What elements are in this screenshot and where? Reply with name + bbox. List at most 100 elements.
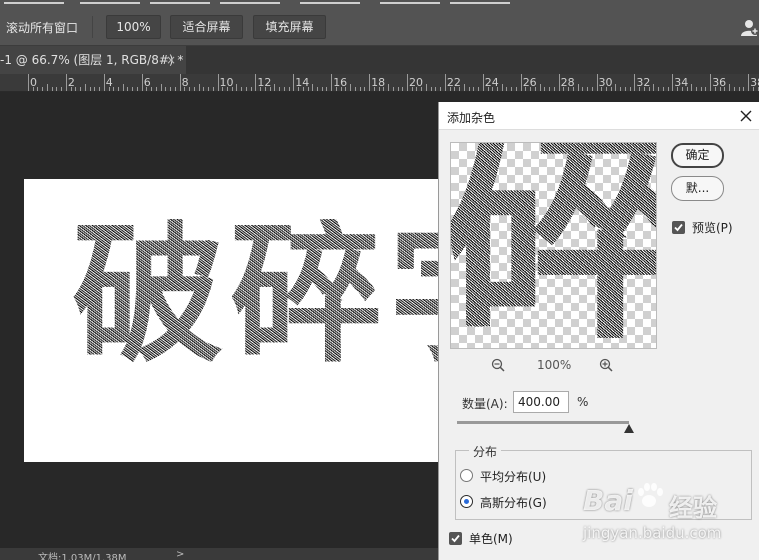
ruler-minor-tick bbox=[416, 87, 418, 91]
ruler-minor-tick bbox=[677, 87, 679, 91]
document-size-info: 文档:1.03M/1.38M bbox=[38, 553, 127, 560]
ruler-minor-tick bbox=[198, 84, 200, 91]
ruler-minor-tick bbox=[236, 84, 238, 91]
ruler-minor-tick bbox=[534, 87, 536, 91]
ruler-minor-tick bbox=[245, 87, 247, 91]
close-icon[interactable]: × bbox=[166, 46, 176, 74]
monochromatic-checkbox[interactable] bbox=[449, 532, 462, 545]
menu-fragment[interactable] bbox=[380, 0, 440, 4]
ruler-major-tick bbox=[28, 74, 29, 91]
dialog-title-bar[interactable]: 添加杂色 bbox=[439, 102, 759, 130]
ruler-minor-tick bbox=[738, 87, 740, 91]
ruler-minor-tick bbox=[378, 87, 380, 91]
amount-input[interactable]: 400.00 bbox=[513, 391, 569, 413]
ruler-major-tick bbox=[482, 74, 484, 91]
ruler-minor-tick bbox=[340, 87, 342, 91]
ruler-minor-tick bbox=[136, 87, 138, 91]
ruler-major-tick bbox=[103, 74, 105, 91]
menu-fragment[interactable] bbox=[4, 0, 64, 4]
amount-unit: % bbox=[577, 395, 589, 409]
ruler-minor-tick bbox=[667, 87, 669, 91]
ruler-minor-tick bbox=[610, 87, 612, 91]
ruler-minor-tick bbox=[411, 87, 413, 91]
close-icon[interactable] bbox=[738, 108, 754, 124]
ruler-minor-tick bbox=[279, 87, 281, 91]
scroll-all-windows-label[interactable]: 滚动所有窗口 bbox=[6, 19, 78, 36]
noise-preview[interactable]: 碎 bbox=[450, 142, 657, 349]
fill-screen-button[interactable]: 填充屏幕 bbox=[253, 15, 326, 39]
ruler-minor-tick bbox=[231, 87, 233, 91]
ruler-minor-tick bbox=[373, 87, 375, 91]
ruler-minor-tick bbox=[572, 87, 574, 91]
ruler-major-tick bbox=[369, 74, 371, 91]
ruler-minor-tick bbox=[615, 84, 617, 91]
ruler-minor-tick bbox=[283, 87, 285, 91]
ruler-minor-tick bbox=[241, 87, 243, 91]
gaussian-radio[interactable] bbox=[460, 495, 473, 508]
ruler-minor-tick bbox=[160, 84, 162, 91]
uniform-radio[interactable] bbox=[460, 469, 473, 482]
ruler-minor-tick bbox=[705, 87, 707, 91]
ruler-minor-tick bbox=[113, 87, 115, 91]
ruler-minor-tick bbox=[743, 87, 745, 91]
ruler-major-tick bbox=[217, 74, 219, 91]
ruler-minor-tick bbox=[454, 87, 456, 91]
menu-fragment[interactable] bbox=[80, 0, 140, 4]
ruler-minor-tick bbox=[700, 87, 702, 91]
horizontal-ruler[interactable]: 02468101214161820222426283032343638 bbox=[0, 74, 759, 92]
ruler-minor-tick bbox=[174, 87, 176, 91]
ruler-minor-tick bbox=[402, 87, 404, 91]
ruler-minor-tick bbox=[724, 87, 726, 91]
ruler-minor-tick bbox=[691, 84, 693, 91]
ruler-minor-tick bbox=[539, 84, 541, 91]
ruler-minor-tick bbox=[662, 87, 664, 91]
ruler-minor-tick bbox=[686, 87, 688, 91]
menu-fragment[interactable] bbox=[220, 0, 280, 4]
check-icon bbox=[451, 534, 460, 543]
menu-fragment[interactable] bbox=[300, 0, 360, 4]
menu-bar bbox=[0, 0, 759, 8]
photoshop-window: 滚动所有窗口 100% 适合屏幕 填充屏幕 -1 @ 66.7% (图层 1, … bbox=[0, 0, 759, 560]
ruler-minor-tick bbox=[146, 87, 148, 91]
ruler-minor-tick bbox=[487, 87, 489, 91]
ruler-minor-tick bbox=[274, 84, 276, 91]
document-tab[interactable]: -1 @ 66.7% (图层 1, RGB/8#) * × bbox=[0, 46, 186, 74]
ruler-minor-tick bbox=[226, 87, 228, 91]
fit-screen-button[interactable]: 适合屏幕 bbox=[170, 15, 243, 39]
ruler-minor-tick bbox=[553, 87, 555, 91]
ruler-minor-tick bbox=[511, 87, 513, 91]
default-button[interactable]: 默... bbox=[671, 176, 724, 201]
ruler-minor-tick bbox=[563, 87, 565, 91]
ruler-minor-tick bbox=[70, 87, 72, 91]
ok-button[interactable]: 确定 bbox=[671, 143, 724, 168]
ruler-minor-tick bbox=[269, 87, 271, 91]
ruler-major-tick bbox=[672, 74, 674, 91]
ruler-minor-tick bbox=[752, 87, 754, 91]
ruler-minor-tick bbox=[151, 87, 153, 91]
ruler-minor-tick bbox=[658, 87, 660, 91]
ruler-minor-tick bbox=[359, 87, 361, 91]
ruler-minor-tick bbox=[695, 87, 697, 91]
user-icon[interactable] bbox=[740, 18, 759, 37]
preview-checkbox[interactable] bbox=[672, 221, 685, 234]
dialog-title: 添加杂色 bbox=[447, 111, 496, 125]
zoom-out-icon[interactable] bbox=[491, 358, 505, 372]
ruler-minor-tick bbox=[89, 87, 91, 91]
document-tab-bar: -1 @ 66.7% (图层 1, RGB/8#) * × bbox=[0, 46, 759, 74]
ruler-major-tick bbox=[748, 74, 750, 91]
ruler-minor-tick bbox=[430, 87, 432, 91]
amount-slider-track[interactable] bbox=[457, 421, 629, 424]
zoom-in-icon[interactable] bbox=[599, 358, 613, 372]
menu-fragment[interactable] bbox=[450, 0, 510, 4]
status-arrow-icon[interactable]: > bbox=[176, 549, 184, 560]
menu-fragment[interactable] bbox=[150, 0, 210, 4]
ruler-minor-tick bbox=[478, 87, 480, 91]
document-canvas[interactable]: 破碎字 bbox=[24, 179, 454, 462]
ruler-minor-tick bbox=[473, 87, 475, 91]
ruler-minor-tick bbox=[515, 87, 517, 91]
ruler-minor-tick bbox=[118, 87, 119, 91]
amount-slider-thumb[interactable] bbox=[624, 424, 634, 433]
zoom-100-button[interactable]: 100% bbox=[106, 15, 161, 39]
ruler-minor-tick bbox=[449, 87, 451, 91]
ruler-minor-tick bbox=[302, 87, 304, 91]
